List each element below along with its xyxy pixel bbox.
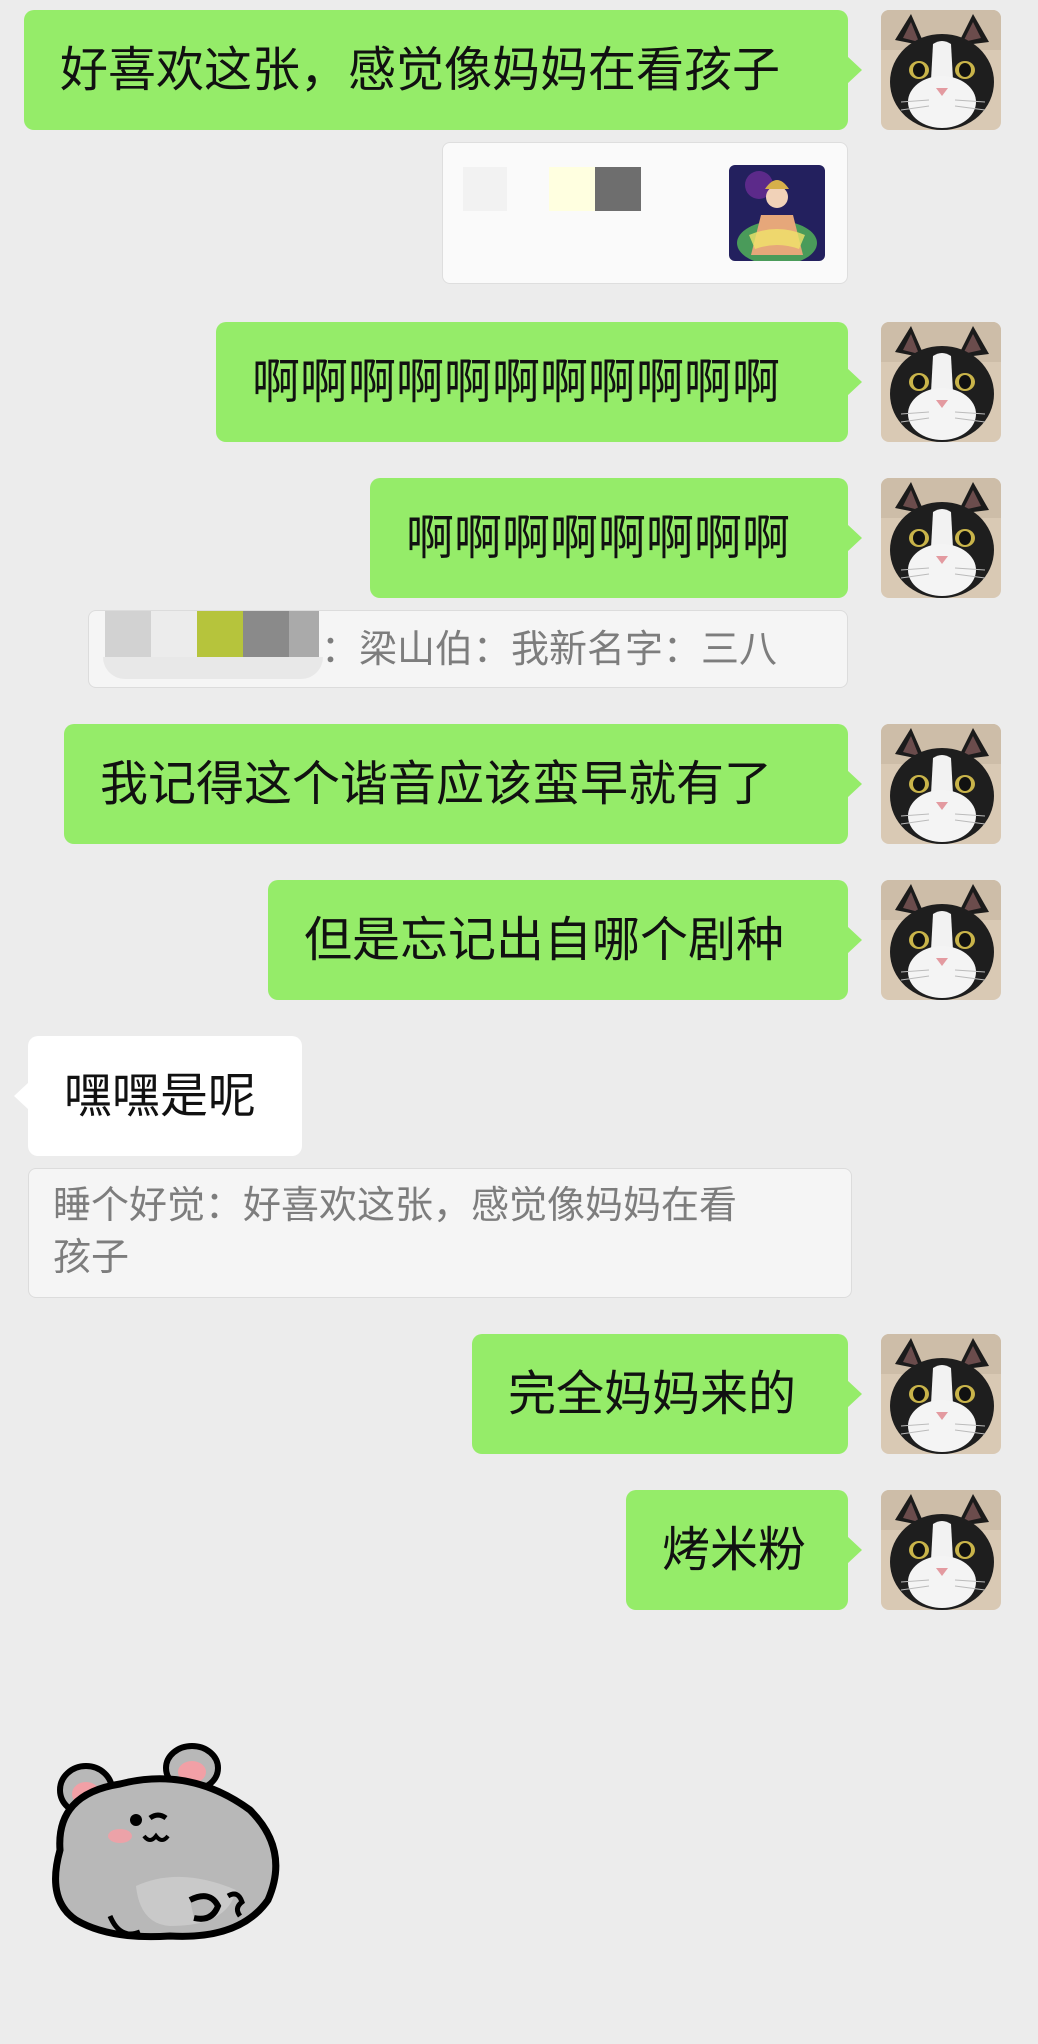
blurred-name-block: [105, 611, 151, 657]
blurred-text-block: [595, 167, 641, 211]
cat-avatar-icon[interactable]: [881, 478, 1001, 598]
opera-image-thumbnail[interactable]: [729, 165, 825, 261]
blurred-text-block: [463, 167, 507, 211]
blurred-name-block: [197, 611, 243, 657]
blurred-name-block: [289, 611, 319, 657]
message-bubble-outgoing[interactable]: 我记得这个谐音应该蛮早就有了: [64, 724, 862, 844]
cat-avatar-icon[interactable]: [881, 724, 1001, 844]
quoted-text-line: 孩子: [53, 1235, 130, 1279]
message-bubble-outgoing[interactable]: 啊啊啊啊啊啊啊啊啊啊啊: [216, 322, 862, 442]
blurred-name-block: [243, 611, 289, 657]
message-bubble-outgoing[interactable]: 烤米粉: [626, 1490, 862, 1610]
chat-area: 好喜欢这张，感觉像妈妈在看孩子 啊啊啊啊啊啊啊啊啊啊啊 啊啊啊啊啊啊啊啊 ：梁山…: [0, 0, 1038, 2044]
message-bubble-outgoing[interactable]: 完全妈妈来的: [472, 1334, 862, 1454]
cat-avatar-icon[interactable]: [881, 1490, 1001, 1610]
blurred-text-block: [549, 167, 595, 211]
quoted-text-line: 睡个好觉：好喜欢这张，感觉像妈妈在看: [53, 1183, 738, 1227]
blurred-name-block: [103, 657, 323, 679]
cat-avatar-icon[interactable]: [881, 10, 1001, 130]
blurred-name-block: [151, 611, 197, 657]
hamster-sticker-icon[interactable]: [40, 1740, 290, 1950]
message-bubble-outgoing[interactable]: 啊啊啊啊啊啊啊啊: [370, 478, 862, 598]
quoted-text: ：梁山伯：我新名字：三八: [321, 627, 778, 671]
cat-avatar-icon[interactable]: [881, 880, 1001, 1000]
message-bubble-outgoing[interactable]: 好喜欢这张，感觉像妈妈在看孩子: [24, 10, 862, 130]
cat-avatar-icon[interactable]: [881, 1334, 1001, 1454]
message-bubble-incoming[interactable]: 嘿嘿是呢: [14, 1036, 302, 1156]
message-bubble-outgoing[interactable]: 但是忘记出自哪个剧种: [268, 880, 862, 1000]
image-message-card[interactable]: [442, 142, 848, 284]
quoted-reply[interactable]: 睡个好觉：好喜欢这张，感觉像妈妈在看 孩子: [28, 1168, 852, 1298]
cat-avatar-icon[interactable]: [881, 322, 1001, 442]
quoted-reply[interactable]: ：梁山伯：我新名字：三八: [88, 610, 848, 688]
